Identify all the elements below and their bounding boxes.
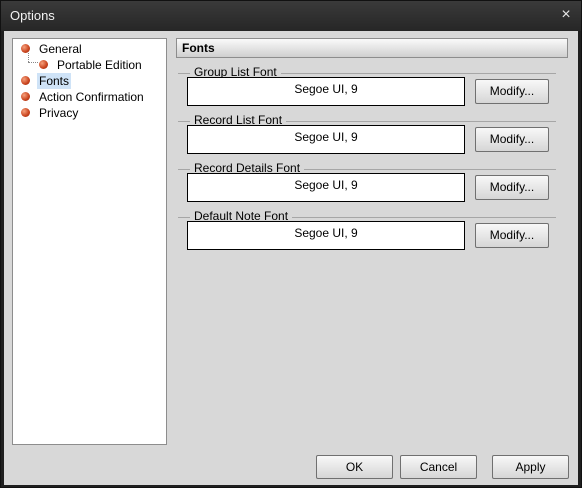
options-window: Options × General Portable Edition Fonts… xyxy=(0,0,582,488)
font-preview-box: Segoe UI, 9 xyxy=(187,221,465,250)
tree-item-action-confirmation[interactable]: Action Confirmation xyxy=(21,89,161,105)
modify-button[interactable]: Modify... xyxy=(475,223,549,248)
tree-item-label: General xyxy=(39,42,82,56)
group-list-font-group: Group List Font Segoe UI, 9 Modify... xyxy=(178,65,558,113)
section-header: Fonts xyxy=(176,38,568,58)
font-preview-box: Segoe UI, 9 xyxy=(187,125,465,154)
modify-button[interactable]: Modify... xyxy=(475,79,549,104)
bullet-icon xyxy=(21,76,30,85)
tree-item-label: Fonts xyxy=(37,73,72,89)
font-preview-box: Segoe UI, 9 xyxy=(187,173,465,202)
modify-button[interactable]: Modify... xyxy=(475,175,549,200)
font-value: Segoe UI, 9 xyxy=(294,130,358,144)
cancel-button[interactable]: Cancel xyxy=(400,455,477,479)
title-bar[interactable]: Options × xyxy=(1,1,581,31)
tree-connector xyxy=(28,62,38,63)
tree-item-label: Portable Edition xyxy=(57,58,142,72)
bullet-icon xyxy=(21,44,30,53)
tree-item-portable-edition[interactable]: Portable Edition xyxy=(39,57,164,73)
record-list-font-group: Record List Font Segoe UI, 9 Modify... xyxy=(178,113,558,161)
bullet-icon xyxy=(21,108,30,117)
record-details-font-group: Record Details Font Segoe UI, 9 Modify..… xyxy=(178,161,558,209)
close-icon[interactable]: × xyxy=(557,6,575,24)
apply-button[interactable]: Apply xyxy=(492,455,569,479)
font-preview-box: Segoe UI, 9 xyxy=(187,77,465,106)
section-title: Fonts xyxy=(182,41,215,55)
tree-item-label: Action Confirmation xyxy=(39,90,144,104)
dialog-body: General Portable Edition Fonts Action Co… xyxy=(4,31,578,485)
bullet-icon xyxy=(39,60,48,69)
font-value: Segoe UI, 9 xyxy=(294,178,358,192)
tree-item-privacy[interactable]: Privacy xyxy=(21,105,161,121)
tree-item-label: Privacy xyxy=(39,106,79,120)
options-category-tree[interactable]: General Portable Edition Fonts Action Co… xyxy=(12,38,167,445)
tree-item-general[interactable]: General xyxy=(21,41,161,57)
font-value: Segoe UI, 9 xyxy=(294,82,358,96)
default-note-font-group: Default Note Font Segoe UI, 9 Modify... xyxy=(178,209,558,257)
window-title: Options xyxy=(10,8,55,23)
tree-item-fonts[interactable]: Fonts xyxy=(21,73,161,89)
font-value: Segoe UI, 9 xyxy=(294,226,358,240)
tree-connector xyxy=(28,53,29,62)
modify-button[interactable]: Modify... xyxy=(475,127,549,152)
bullet-icon xyxy=(21,92,30,101)
ok-button[interactable]: OK xyxy=(316,455,393,479)
